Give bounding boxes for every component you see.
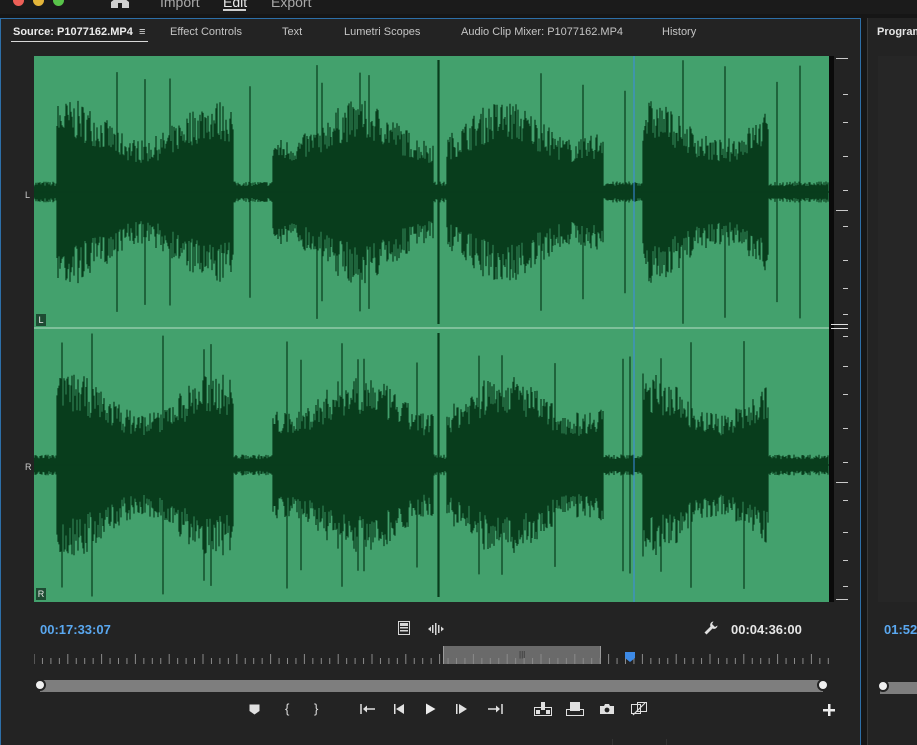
meter-divider xyxy=(831,328,848,329)
mark-in-icon[interactable]: { xyxy=(285,702,289,716)
add-button-icon[interactable] xyxy=(823,704,835,716)
meter-divider xyxy=(831,324,848,325)
meter-track xyxy=(829,56,834,602)
step-back-icon[interactable] xyxy=(393,703,405,715)
meter-tick xyxy=(843,260,848,261)
meter-tick xyxy=(843,314,848,315)
navigator-right-handle[interactable] xyxy=(817,679,829,691)
tab-source[interactable]: Source: P1077162.MP4 xyxy=(13,26,133,38)
waveform-graphic xyxy=(34,56,829,602)
left-channel-side-label: L xyxy=(25,190,31,200)
meter-tick xyxy=(843,586,848,587)
navigator-left-handle[interactable] xyxy=(34,679,46,691)
tab-effect-controls[interactable]: Effect Controls xyxy=(170,26,242,38)
meter-tick xyxy=(843,94,848,95)
meter-tick xyxy=(836,58,848,59)
tab-history[interactable]: History xyxy=(662,26,696,38)
meter-tick xyxy=(843,394,848,395)
meter-tick xyxy=(843,190,848,191)
meter-tick xyxy=(843,500,848,501)
panel-menu-icon[interactable]: ≡ xyxy=(139,26,145,38)
program-panel-title[interactable]: Program xyxy=(877,26,917,38)
duration-timecode[interactable]: 00:04:36:00 xyxy=(731,622,802,637)
play-icon[interactable] xyxy=(425,703,436,715)
meter-tick xyxy=(836,210,848,211)
workspace-tab-export[interactable]: Export xyxy=(271,0,311,10)
meter-tick xyxy=(843,428,848,429)
go-to-out-icon[interactable] xyxy=(487,703,503,715)
meter-tick xyxy=(843,226,848,227)
meter-tick xyxy=(843,288,848,289)
step-forward-icon[interactable] xyxy=(456,703,468,715)
meter-tick xyxy=(836,599,848,600)
minimize-window-button[interactable] xyxy=(33,0,44,6)
time-ruler[interactable] xyxy=(34,654,829,666)
audio-level-meter xyxy=(829,56,848,602)
wrench-settings-icon[interactable] xyxy=(704,621,718,635)
go-to-in-icon[interactable] xyxy=(360,703,376,715)
audio-waveform-display[interactable] xyxy=(34,56,829,602)
panel-tab-bar: Source: P1077162.MP4 ≡ Effect Controls T… xyxy=(1,19,860,45)
meter-tick xyxy=(843,560,848,561)
meter-tick xyxy=(843,462,848,463)
program-viewer[interactable] xyxy=(878,56,917,602)
right-channel-tag: R xyxy=(36,588,46,600)
workspace-tab-import[interactable]: Import xyxy=(160,0,200,10)
insert-icon[interactable] xyxy=(534,702,552,716)
meter-tick xyxy=(843,156,848,157)
meter-tick xyxy=(836,482,848,483)
active-tab-underline xyxy=(11,41,148,42)
left-channel-waveform xyxy=(34,60,829,324)
mark-out-icon[interactable]: } xyxy=(314,702,318,716)
program-timecode[interactable]: 01:52 xyxy=(884,622,917,637)
navigator-zoom-track[interactable] xyxy=(40,680,823,692)
close-window-button[interactable] xyxy=(13,0,24,6)
meter-tick xyxy=(843,122,848,123)
export-frame-icon[interactable] xyxy=(599,703,615,715)
drag-audio-only-icon[interactable] xyxy=(428,623,444,635)
home-icon[interactable] xyxy=(110,0,130,8)
drag-video-audio-icon[interactable] xyxy=(631,702,647,716)
panel-divider xyxy=(612,739,667,745)
meter-tick xyxy=(843,532,848,533)
active-workspace-underline xyxy=(223,9,246,11)
left-channel-tag: L xyxy=(36,314,46,326)
tab-lumetri-scopes[interactable]: Lumetri Scopes xyxy=(344,26,420,38)
meter-tick xyxy=(843,366,848,367)
right-channel-waveform xyxy=(34,333,829,597)
zoom-window-button[interactable] xyxy=(53,0,64,6)
overwrite-icon[interactable] xyxy=(566,702,584,716)
meter-tick xyxy=(843,336,848,337)
program-navigator-handle[interactable] xyxy=(877,680,889,692)
tab-audio-clip-mixer[interactable]: Audio Clip Mixer: P1077162.MP4 xyxy=(461,26,623,38)
settings-drag-video-icon[interactable] xyxy=(398,621,410,635)
tab-text[interactable]: Text xyxy=(282,26,302,38)
playhead-timecode[interactable]: 00:17:33:07 xyxy=(40,622,111,637)
right-channel-side-label: R xyxy=(25,462,32,472)
app-top-bar: Import Edit Export xyxy=(0,0,917,14)
add-marker-icon[interactable] xyxy=(249,704,260,715)
